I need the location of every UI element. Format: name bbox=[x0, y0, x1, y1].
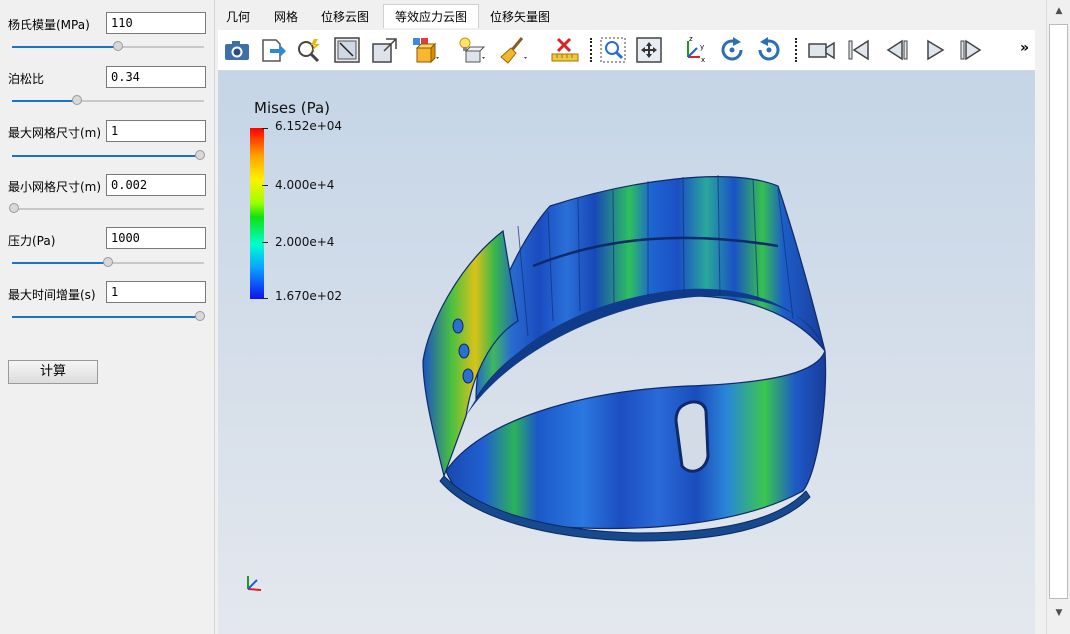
slider-thumb[interactable] bbox=[72, 95, 83, 105]
tab-von-mises-contour[interactable]: 等效应力云图 bbox=[383, 4, 479, 28]
poisson-ratio-slider[interactable] bbox=[12, 95, 204, 105]
youngs-modulus-label: 杨氏模量(MPa) bbox=[8, 18, 90, 32]
axis-triad-icon bbox=[247, 576, 262, 591]
screenshot-icon[interactable] bbox=[222, 35, 252, 65]
front-view-icon[interactable] bbox=[370, 35, 400, 65]
pressure-label: 压力(Pa) bbox=[8, 234, 56, 248]
slider-fill bbox=[12, 262, 108, 264]
zoom-box-icon[interactable] bbox=[598, 35, 628, 65]
parameter-panel: 杨氏模量(MPa) 泊松比 最大网格尺寸(m) 最小网格尺寸(m) 压力(Pa)… bbox=[0, 0, 215, 634]
play-icon[interactable] bbox=[920, 35, 950, 65]
camera-record-icon[interactable] bbox=[806, 35, 836, 65]
pressure-input[interactable] bbox=[106, 227, 206, 249]
viewport-margin bbox=[1035, 30, 1046, 634]
svg-text:y: y bbox=[700, 43, 704, 51]
slider-thumb[interactable] bbox=[195, 311, 206, 321]
toolbar: zyx » bbox=[218, 30, 1035, 71]
slider-fill bbox=[12, 316, 201, 318]
toolbar-separator bbox=[795, 38, 797, 62]
tab-mesh[interactable]: 网格 bbox=[267, 5, 305, 27]
poisson-ratio-input[interactable] bbox=[106, 66, 206, 88]
axes-icon[interactable]: zyx bbox=[680, 35, 710, 65]
max-mesh-size-label: 最大网格尺寸(m) bbox=[8, 126, 102, 140]
max-time-increment-input[interactable] bbox=[106, 281, 206, 303]
tab-displacement-contour[interactable]: 位移云图 bbox=[315, 5, 375, 27]
slider-fill bbox=[12, 100, 78, 102]
export-icon[interactable] bbox=[258, 35, 288, 65]
rotate-ccw-icon[interactable] bbox=[754, 35, 784, 65]
svg-text:z: z bbox=[689, 35, 693, 43]
first-frame-icon[interactable] bbox=[844, 35, 874, 65]
poisson-ratio-label: 泊松比 bbox=[8, 72, 45, 86]
pressure-slider[interactable] bbox=[12, 257, 204, 267]
lighting-icon[interactable] bbox=[456, 35, 486, 65]
clean-brush-icon[interactable] bbox=[498, 35, 528, 65]
slider-thumb[interactable] bbox=[103, 257, 113, 267]
youngs-modulus-slider[interactable] bbox=[12, 41, 204, 51]
scroll-up-icon[interactable]: ▲ bbox=[1051, 4, 1067, 18]
ruler-delete-icon[interactable] bbox=[550, 35, 580, 65]
max-mesh-size-slider[interactable] bbox=[12, 150, 206, 160]
slider-fill bbox=[12, 46, 118, 48]
min-mesh-size-input[interactable] bbox=[106, 174, 206, 196]
zoom-pick-icon[interactable] bbox=[294, 35, 324, 65]
tab-geometry[interactable]: 几何 bbox=[217, 5, 259, 27]
display-mode-icon[interactable] bbox=[410, 35, 440, 65]
scroll-down-icon[interactable]: ▼ bbox=[1051, 606, 1067, 620]
slider-thumb[interactable] bbox=[195, 150, 206, 160]
fit-all-icon[interactable] bbox=[634, 35, 664, 65]
3d-viewport[interactable]: Mises (Pa) 6.152e+04 4.000e+4 2.000e+4 1… bbox=[218, 71, 1035, 634]
slider-fill bbox=[12, 155, 201, 157]
last-frame-icon[interactable] bbox=[956, 35, 986, 65]
prev-frame-icon[interactable] bbox=[882, 35, 912, 65]
max-time-increment-label: 最大时间增量(s) bbox=[8, 288, 96, 302]
svg-text:x: x bbox=[701, 56, 705, 64]
stress-contour-model bbox=[422, 174, 827, 542]
youngs-modulus-input[interactable] bbox=[106, 12, 206, 34]
slider-thumb[interactable] bbox=[8, 203, 19, 213]
min-mesh-size-label: 最小网格尺寸(m) bbox=[8, 180, 102, 194]
tab-displacement-vector[interactable]: 位移矢量图 bbox=[485, 5, 555, 27]
min-mesh-size-slider[interactable] bbox=[8, 203, 204, 213]
rotate-cw-icon[interactable] bbox=[717, 35, 747, 65]
vertical-scrollbar[interactable]: ▲ ▼ bbox=[1046, 0, 1070, 634]
slider-thumb[interactable] bbox=[112, 41, 123, 51]
fit-view-icon[interactable] bbox=[332, 35, 362, 65]
toolbar-separator bbox=[590, 38, 592, 62]
calculate-button[interactable]: 计算 bbox=[8, 360, 98, 384]
max-time-increment-slider[interactable] bbox=[12, 311, 206, 321]
max-mesh-size-input[interactable] bbox=[106, 120, 206, 142]
scroll-thumb[interactable] bbox=[1049, 24, 1068, 599]
toolbar-more-button[interactable]: » bbox=[1020, 40, 1029, 56]
